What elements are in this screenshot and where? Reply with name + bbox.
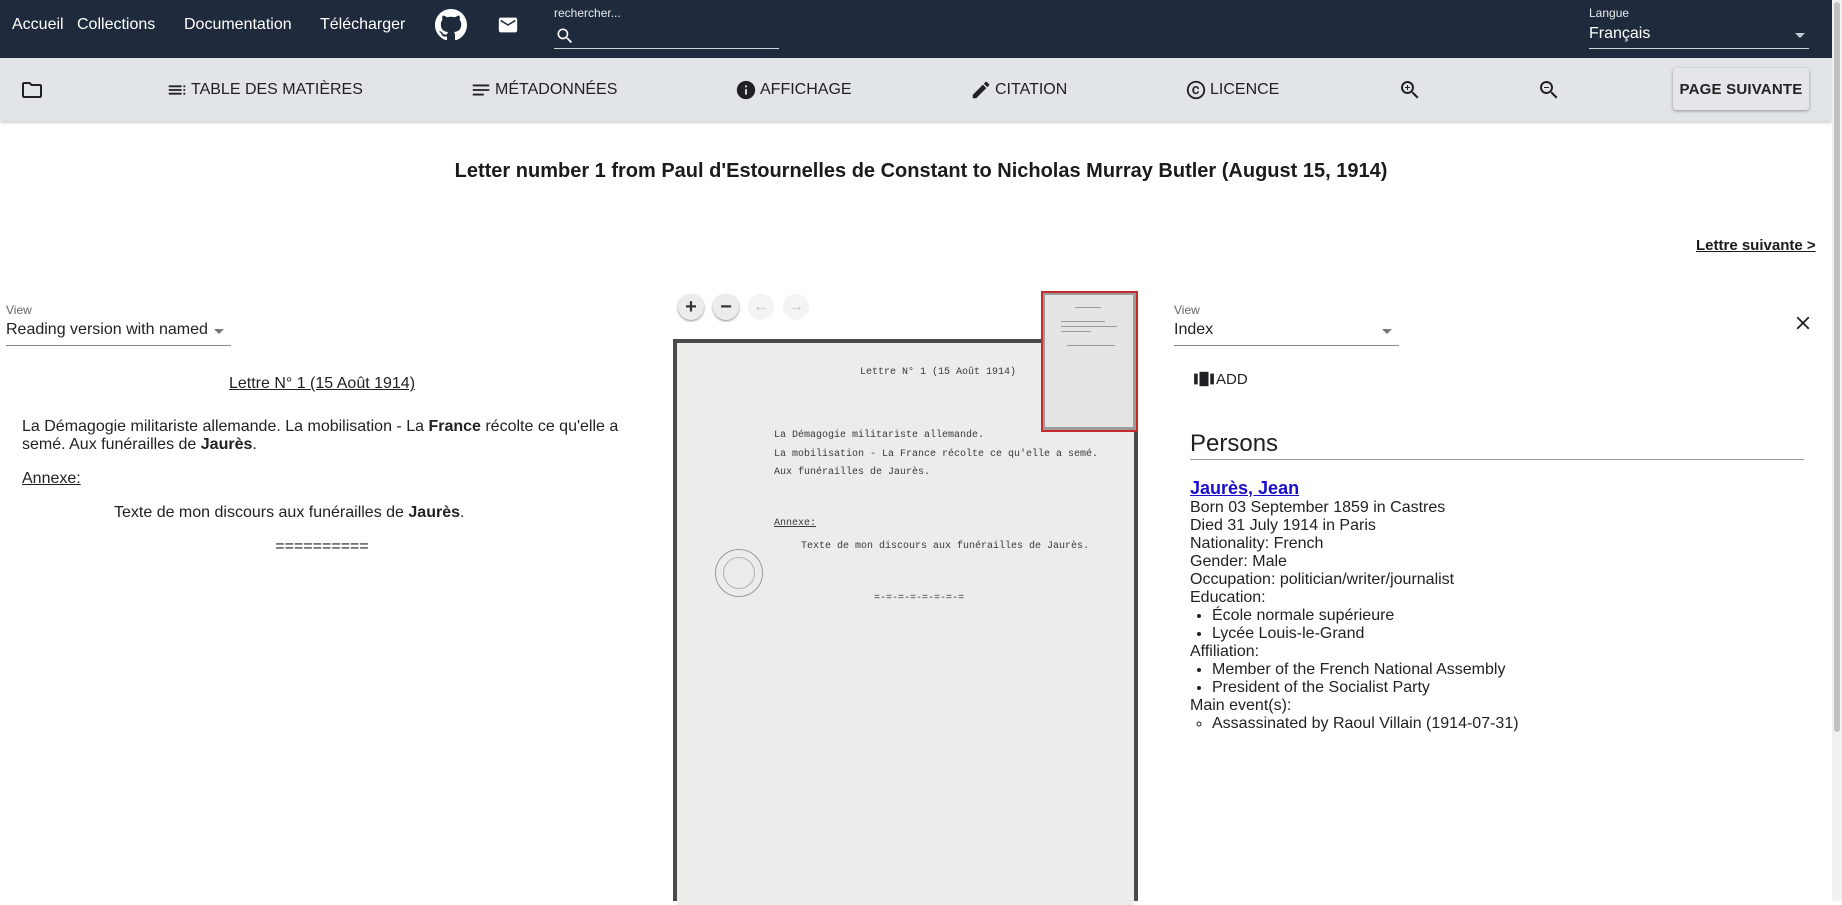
list-item: Assassinated by Raoul Villain (1914-07-3… — [1212, 715, 1790, 733]
scan-line: La Démagogie militariste allemande. — [774, 430, 985, 441]
scan-annex: Annexe: — [774, 518, 817, 529]
viewer-zoom-out-button[interactable]: − — [713, 294, 739, 320]
chevron-down-icon — [1382, 329, 1392, 334]
add-view-button[interactable]: ADD — [1193, 369, 1248, 389]
list-item: Lycée Louis-le-Grand — [1212, 625, 1790, 643]
license-button[interactable]: LICENCE — [1185, 79, 1279, 101]
left-view-label: View — [6, 303, 32, 317]
person-nationality: Nationality: French — [1190, 535, 1324, 552]
citation-label: CITATION — [995, 81, 1068, 98]
named-entity-person: Jaurès — [408, 504, 460, 521]
language-select[interactable]: Langue Français — [1589, 6, 1809, 49]
chevron-down-icon — [214, 329, 224, 334]
affiliation-list: Member of the French National Assembly P… — [1190, 661, 1790, 697]
list-item: École normale supérieure — [1212, 607, 1790, 625]
nav-documentation[interactable]: Documentation — [184, 16, 292, 34]
citation-button[interactable]: CITATION — [970, 79, 1067, 101]
toc-label: TABLE DES MATIÈRES — [191, 81, 363, 98]
nav-download[interactable]: Télécharger — [320, 16, 405, 34]
events-list: Assassinated by Raoul Villain (1914-07-3… — [1190, 715, 1790, 733]
person-gender: Gender: Male — [1190, 553, 1287, 570]
license-label: LICENCE — [1210, 81, 1280, 98]
person-died: Died 31 July 1914 in Paris — [1190, 517, 1376, 534]
next-letter-link[interactable]: Lettre suivante > — [1696, 237, 1816, 254]
named-entity-person: Jaurès — [200, 436, 253, 453]
chevron-down-icon — [1795, 33, 1805, 38]
scan-line: Texte de mon discours aux funérailles de… — [801, 541, 1090, 552]
metadata-button[interactable]: MÉTADONNÉES — [470, 79, 617, 101]
top-navbar: Accueil Collections Documentation Téléch… — [0, 0, 1842, 58]
left-view-select[interactable]: View Reading version with named — [6, 303, 231, 346]
list-item: Member of the French National Assembly — [1212, 661, 1790, 679]
summary-text: . — [252, 436, 257, 453]
scan-separator: =-=-=-=-=-=-=-= — [874, 593, 965, 604]
right-view-value: Index — [1174, 321, 1214, 338]
transcription-panel: Lettre N° 1 (15 Août 1914) La Démagogie … — [22, 375, 622, 556]
page-title: Letter number 1 from Paul d'Estournelles… — [454, 160, 1388, 182]
next-page-button[interactable]: PAGE SUIVANTE — [1673, 68, 1809, 110]
summary-text: La Démagogie militariste allemande. La m… — [22, 418, 429, 435]
viewer-next-button[interactable]: → — [783, 294, 809, 320]
scan-line: Aux funérailles de Jaurès. — [774, 467, 931, 478]
viewer-navigator-thumbnail[interactable] — [1041, 291, 1138, 432]
folder-icon[interactable] — [20, 78, 44, 102]
scan-line: La mobilisation - La France récolte ce q… — [774, 449, 1099, 460]
list-item: President of the Socialist Party — [1212, 679, 1790, 697]
persons-heading: Persons — [1190, 430, 1804, 460]
search-icon — [557, 28, 573, 44]
annex-heading: Annexe: — [22, 470, 81, 487]
person-born: Born 03 September 1859 in Castres — [1190, 499, 1446, 516]
annex-text-part: . — [459, 504, 465, 521]
github-icon[interactable] — [435, 9, 467, 41]
letter-summary: La Démagogie militariste allemande. La m… — [22, 418, 622, 454]
search-field[interactable]: rechercher... — [554, 6, 779, 49]
copyright-icon — [1186, 80, 1206, 100]
document-toolbar: TABLE DES MATIÈRES MÉTADONNÉES AFFICHAGE… — [0, 58, 1832, 121]
nav-collections[interactable]: Collections — [77, 16, 155, 34]
right-view-label: View — [1174, 303, 1200, 317]
close-icon[interactable] — [1792, 312, 1814, 334]
add-label: ADD — [1216, 370, 1248, 388]
person-name-link[interactable]: Jaurès, Jean — [1190, 478, 1299, 498]
zoom-in-icon[interactable] — [1398, 78, 1422, 102]
nav-home[interactable]: Accueil — [12, 16, 64, 34]
view-column-icon — [1194, 371, 1214, 387]
metadata-label: MÉTADONNÉES — [495, 81, 618, 98]
education-label: Education: — [1190, 589, 1266, 606]
display-label: AFFICHAGE — [760, 81, 852, 98]
language-label: Langue — [1589, 6, 1630, 20]
affiliation-label: Affiliation: — [1190, 643, 1260, 660]
person-entry: Jaurès, Jean Born 03 September 1859 in C… — [1190, 477, 1790, 733]
left-view-value: Reading version with named — [6, 321, 208, 338]
toc-button[interactable]: TABLE DES MATIÈRES — [166, 79, 363, 101]
viewer-previous-button[interactable]: ← — [748, 294, 774, 320]
right-view-select[interactable]: View Index — [1174, 303, 1399, 346]
toc-icon — [168, 85, 186, 95]
named-entity-place: France — [428, 418, 481, 435]
annex-text: Texte de mon discours aux funérailles de… — [22, 504, 622, 522]
viewer-zoom-in-button[interactable]: + — [678, 294, 704, 320]
info-icon — [736, 80, 756, 100]
search-input[interactable] — [580, 26, 779, 48]
display-button[interactable]: AFFICHAGE — [735, 79, 852, 101]
letter-heading: Lettre N° 1 (15 Août 1914) — [228, 375, 416, 392]
viewport-indicator[interactable] — [1041, 291, 1138, 432]
scrollbar-thumb[interactable] — [1834, 2, 1840, 732]
education-list: École normale supérieure Lycée Louis-le-… — [1190, 607, 1790, 643]
events-label: Main event(s): — [1190, 697, 1292, 714]
notes-icon — [472, 84, 490, 96]
zoom-out-icon[interactable] — [1537, 78, 1561, 102]
mail-icon[interactable] — [497, 14, 519, 36]
archive-stamp — [715, 549, 763, 597]
page-scrollbar[interactable] — [1832, 0, 1842, 901]
pencil-icon — [972, 81, 990, 99]
language-value: Français — [1589, 25, 1651, 42]
annex-text-part: Texte de mon discours aux funérailles de — [114, 504, 409, 521]
person-occupation: Occupation: politician/writer/journalist — [1190, 571, 1455, 588]
search-placeholder: rechercher... — [554, 6, 621, 20]
separator-line: ========== — [275, 538, 369, 555]
scan-heading: Lettre N° 1 (15 Août 1914) — [860, 367, 1017, 378]
